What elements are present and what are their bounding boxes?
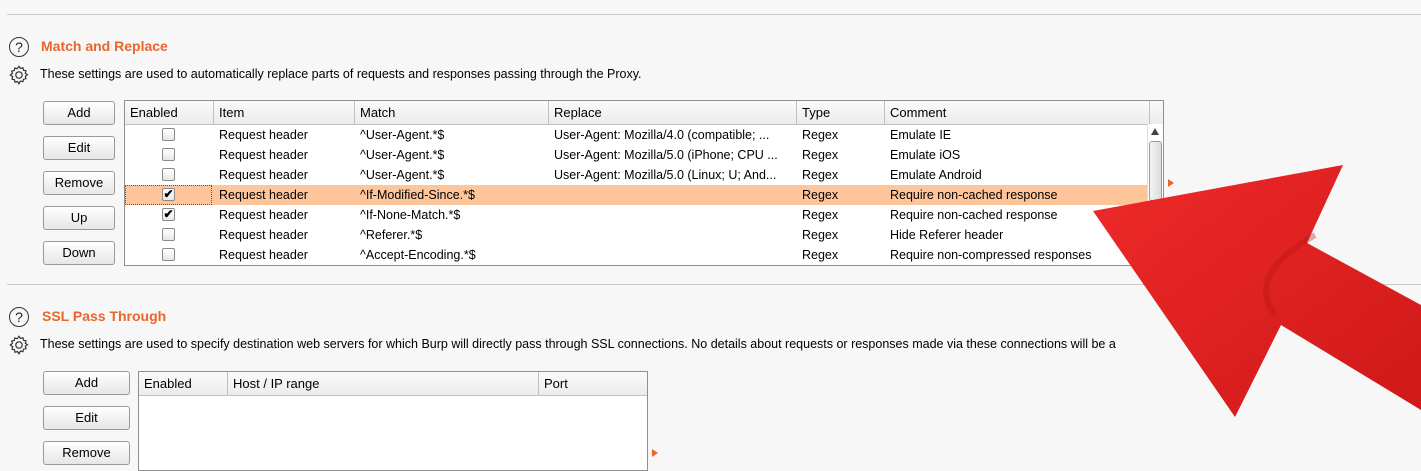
match-replace-title: Match and Replace (41, 38, 168, 54)
cell-replace (549, 185, 797, 205)
cell-type: Regex (802, 208, 839, 222)
gear-icon[interactable] (8, 334, 30, 356)
red-arrow-icon (1093, 165, 1421, 417)
column-port[interactable]: Port (539, 372, 647, 395)
table-header: Enabled Item Match Replace Type Comment (125, 101, 1163, 125)
enabled-checkbox[interactable]: ✔ (162, 208, 175, 221)
cell-comment: Emulate IE (890, 128, 952, 142)
add-host-button[interactable]: Add (43, 371, 130, 395)
cell-match: ^User-Agent.*$ (360, 168, 445, 182)
remove-rule-button[interactable]: Remove (43, 171, 115, 195)
table-row[interactable]: Request header ^Referer.*$ Regex Hide Refer… (125, 225, 1149, 245)
cell-item: Request header (219, 228, 308, 242)
ssl-pass-through-table[interactable]: Enabled Host / IP range Port (138, 371, 648, 471)
cell-item: Request header (219, 148, 308, 162)
table-header: Enabled Host / IP range Port (139, 372, 647, 396)
cell-item: Request header (219, 188, 308, 202)
table-row[interactable]: ✔ Request header ^If-Modified-Since.*$ Rege… (125, 185, 1149, 205)
edit-rule-button[interactable]: Edit (43, 136, 115, 160)
cell-type: Regex (802, 188, 839, 202)
column-comment[interactable]: Comment (885, 101, 1150, 124)
scroll-up-icon[interactable] (1151, 128, 1159, 135)
enabled-checkbox[interactable]: ✔ (162, 188, 175, 201)
enabled-checkbox[interactable] (162, 148, 175, 161)
edit-host-button[interactable]: Edit (43, 406, 130, 430)
column-match[interactable]: Match (355, 101, 549, 124)
column-item[interactable]: Item (214, 101, 355, 124)
cell-replace (549, 205, 797, 225)
cell-item: Request header (219, 248, 308, 262)
cell-item: Request header (219, 128, 308, 142)
cell-match: ^User-Agent.*$ (360, 148, 445, 162)
enabled-checkbox[interactable] (162, 228, 175, 241)
cell-type: Regex (802, 128, 839, 142)
move-down-button[interactable]: Down (43, 241, 115, 265)
cell-type: Regex (802, 248, 839, 262)
table-row[interactable]: ✔ Request header ^If-None-Match.*$ Regex Req… (125, 205, 1149, 225)
help-icon[interactable]: ? (9, 37, 29, 57)
cell-replace: User-Agent: Mozilla/5.0 (Linux; U; And..… (554, 168, 777, 182)
cell-match: ^Accept-Encoding.*$ (360, 248, 476, 262)
cell-match: ^User-Agent.*$ (360, 128, 445, 142)
cell-replace (549, 245, 797, 265)
table-row[interactable]: Request header ^User-Agent.*$ User-Agent: … (125, 125, 1149, 145)
cell-match: ^If-None-Match.*$ (360, 208, 461, 222)
top-divider (7, 14, 1421, 15)
ssl-pass-through-description: These settings are used to specify desti… (40, 337, 1116, 351)
cell-type: Regex (802, 148, 839, 162)
enabled-checkbox[interactable] (162, 248, 175, 261)
column-enabled[interactable]: Enabled (125, 101, 214, 124)
enabled-checkbox[interactable] (162, 128, 175, 141)
column-enabled[interactable]: Enabled (139, 372, 228, 395)
cell-replace (549, 225, 797, 245)
cell-match: ^If-Modified-Since.*$ (360, 188, 475, 202)
help-icon[interactable]: ? (9, 307, 29, 327)
column-replace[interactable]: Replace (549, 101, 797, 124)
add-rule-button[interactable]: Add (43, 101, 115, 125)
expand-arrow-icon[interactable] (652, 449, 658, 457)
match-replace-table[interactable]: Enabled Item Match Replace Type Comment … (124, 100, 1164, 266)
cell-item: Request header (219, 208, 308, 222)
table-row[interactable]: Request header ^Accept-Encoding.*$ Regex Re… (125, 245, 1149, 265)
cell-item: Request header (219, 168, 308, 182)
table-row[interactable]: Request header ^User-Agent.*$ User-Agent: … (125, 145, 1149, 165)
cell-match: ^Referer.*$ (360, 228, 423, 242)
cell-type: Regex (802, 228, 839, 242)
cell-type: Regex (802, 168, 839, 182)
move-up-button[interactable]: Up (43, 206, 115, 230)
column-type[interactable]: Type (797, 101, 885, 124)
match-replace-description: These settings are used to automatically… (40, 67, 642, 81)
ssl-pass-through-title: SSL Pass Through (42, 308, 167, 324)
remove-host-button[interactable]: Remove (43, 441, 130, 465)
column-host[interactable]: Host / IP range (228, 372, 539, 395)
gear-icon[interactable] (8, 64, 30, 86)
table-row[interactable]: Request header ^User-Agent.*$ User-Agent: … (125, 165, 1149, 185)
enabled-checkbox[interactable] (162, 168, 175, 181)
cell-replace: User-Agent: Mozilla/5.0 (iPhone; CPU ... (554, 148, 778, 162)
cell-replace: User-Agent: Mozilla/4.0 (compatible; ... (554, 128, 770, 142)
